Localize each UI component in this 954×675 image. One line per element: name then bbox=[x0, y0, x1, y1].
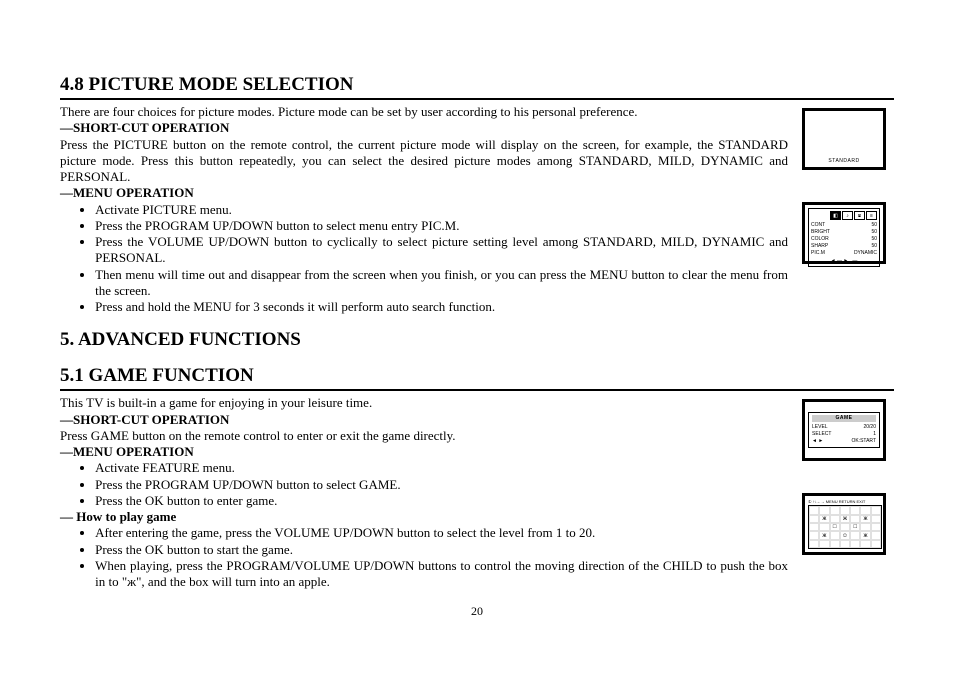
list-item: Activate PICTURE menu. bbox=[95, 202, 788, 218]
list-item: When playing, press the PROGRAM/VOLUME U… bbox=[95, 558, 788, 591]
game-row-key: ◄ ► bbox=[812, 438, 823, 445]
menu-label: MENU OPERATION bbox=[60, 444, 194, 459]
intro-text: This TV is built-in a game for enjoying … bbox=[60, 395, 788, 411]
list-item: Press the PROGRAM UP/DOWN button to sele… bbox=[95, 218, 788, 234]
menu-tab-icon: ♪ bbox=[842, 211, 853, 220]
shortcut-label: SHORT-CUT OPERATION bbox=[60, 412, 229, 427]
list-item: Press the OK button to enter game. bbox=[95, 493, 788, 509]
menu-tab-icon: ≡ bbox=[866, 211, 877, 220]
howto-bullet-list: After entering the game, press the VOLUM… bbox=[67, 525, 789, 590]
list-item: After entering the game, press the VOLUM… bbox=[95, 525, 788, 541]
shortcut-label: SHORT-CUT OPERATION bbox=[60, 120, 229, 135]
menu-row-val: 50 bbox=[871, 229, 877, 235]
menu-tab-icon: ⧈ bbox=[854, 211, 865, 220]
tv-illustration-game-menu: GAME LEVEL 20/20 SELECT 1 ◄ ► OK:START bbox=[802, 399, 886, 461]
game-row-key: LEVEL bbox=[812, 424, 828, 431]
tv-illustration-game-grid: ① ↑↓←→ MENU RETURN EXIT жжж □□ ж☺ж bbox=[802, 493, 886, 555]
list-item: Press the VOLUME UP/DOWN button to cycli… bbox=[95, 234, 788, 267]
menu-footer: — bbox=[852, 258, 857, 264]
game-row-val: 20/20 bbox=[863, 424, 876, 431]
menu-row-val: DYNAMIC bbox=[854, 250, 877, 256]
tv-illustration-standard: STANDARD bbox=[802, 108, 886, 170]
menu-row-key: CONT bbox=[811, 222, 825, 228]
menu-bullet-list: Activate FEATURE menu. Press the PROGRAM… bbox=[67, 460, 789, 509]
game-row-key: SELECT bbox=[812, 431, 831, 438]
section-51-body: This TV is built-in a game for enjoying … bbox=[60, 395, 788, 590]
menu-footer: ◄ — ► bbox=[831, 258, 849, 264]
menu-row-key: COLOR bbox=[811, 236, 829, 242]
list-item: Press and hold the MENU for 3 seconds it… bbox=[95, 299, 788, 315]
menu-row-val: 50 bbox=[871, 243, 877, 249]
menu-bullet-list: Activate PICTURE menu. Press the PROGRAM… bbox=[67, 202, 789, 316]
menu-tab-icon: ◧ bbox=[830, 211, 841, 220]
menu-row-val: 50 bbox=[871, 222, 877, 228]
list-item: Activate FEATURE menu. bbox=[95, 460, 788, 476]
game-row-val: OK:START bbox=[851, 438, 876, 445]
divider bbox=[60, 98, 894, 100]
menu-row-key: SHARP bbox=[811, 243, 828, 249]
menu-row-key: PIC.M bbox=[811, 250, 825, 256]
list-item: Press the OK button to start the game. bbox=[95, 542, 788, 558]
menu-label: MENU OPERATION bbox=[60, 185, 194, 200]
divider bbox=[60, 389, 894, 391]
menu-row-val: 50 bbox=[871, 236, 877, 242]
game-row-val: 1 bbox=[873, 431, 876, 438]
page-number: 20 bbox=[60, 590, 894, 619]
game-menu-title: GAME bbox=[812, 415, 876, 422]
shortcut-text: Press the PICTURE button on the remote c… bbox=[60, 137, 788, 186]
section-heading-advanced: 5. ADVANCED FUNCTIONS bbox=[60, 329, 894, 351]
intro-text: There are four choices for picture modes… bbox=[60, 104, 788, 120]
shortcut-text: Press GAME button on the remote control … bbox=[60, 428, 788, 444]
menu-row-key: BRIGHT bbox=[811, 229, 830, 235]
tv-mode-label: STANDARD bbox=[828, 158, 859, 164]
section-heading-picture-mode: 4.8 PICTURE MODE SELECTION bbox=[60, 74, 894, 96]
section-48-body: There are four choices for picture modes… bbox=[60, 104, 788, 315]
game-grid-top: ① ↑↓←→ MENU RETURN EXIT bbox=[808, 499, 880, 504]
list-item: Then menu will time out and disappear fr… bbox=[95, 267, 788, 300]
howto-label: — How to play game bbox=[60, 509, 176, 524]
section-heading-game: 5.1 GAME FUNCTION bbox=[60, 365, 894, 387]
tv-illustration-picture-menu: ◧ ♪ ⧈ ≡ CONT50 BRIGHT50 COLOR50 SHARP50 … bbox=[802, 202, 886, 264]
list-item: Press the PROGRAM UP/DOWN button to sele… bbox=[95, 477, 788, 493]
